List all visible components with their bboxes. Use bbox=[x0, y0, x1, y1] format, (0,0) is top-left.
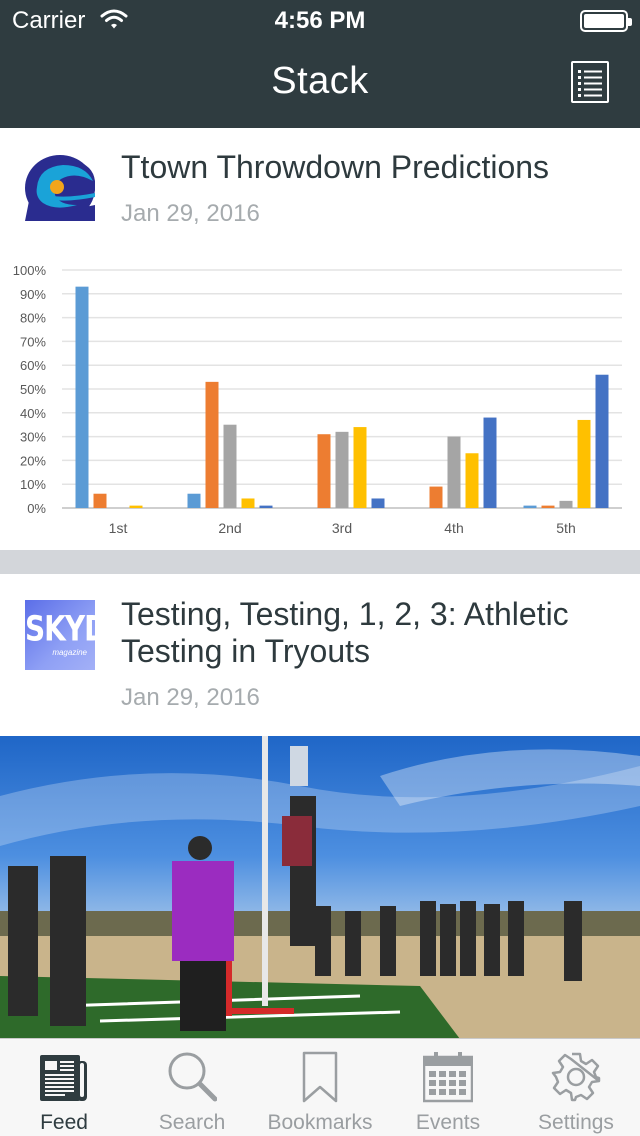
chart-bar bbox=[577, 419, 591, 508]
tab-events[interactable]: Events bbox=[384, 1039, 512, 1136]
chart-bar bbox=[541, 505, 555, 508]
chart-bar bbox=[353, 427, 367, 508]
y-tick-label: 80% bbox=[20, 311, 46, 326]
y-tick-label: 90% bbox=[20, 287, 46, 302]
chart-bar bbox=[129, 505, 143, 508]
list-icon bbox=[578, 70, 602, 97]
chart-bar bbox=[187, 493, 201, 508]
y-tick-label: 40% bbox=[20, 406, 46, 421]
chart-bar bbox=[429, 486, 443, 508]
ultimate-club-logo-icon bbox=[25, 151, 95, 221]
chart-bar bbox=[317, 434, 331, 508]
y-tick-label: 10% bbox=[20, 477, 46, 492]
x-tick-label: 2nd bbox=[218, 520, 241, 536]
feed-item-title: Ttown Throwdown Predictions bbox=[121, 149, 550, 185]
chart-bar bbox=[371, 498, 385, 508]
list-view-button[interactable] bbox=[571, 61, 609, 103]
chart-bar bbox=[483, 417, 497, 508]
tab-search[interactable]: Search bbox=[128, 1039, 256, 1136]
tab-feed[interactable]: Feed bbox=[0, 1039, 128, 1136]
y-tick-label: 100% bbox=[13, 263, 47, 278]
y-tick-label: 30% bbox=[20, 430, 46, 445]
navigation-bar: Carrier 4:56 PM Stack bbox=[0, 0, 640, 128]
feed-separator bbox=[0, 550, 640, 574]
x-tick-label: 4th bbox=[444, 520, 463, 536]
calendar-icon bbox=[423, 1052, 473, 1103]
chart-bar bbox=[595, 374, 609, 508]
tab-settings[interactable]: Settings bbox=[512, 1039, 640, 1136]
chart-bar bbox=[223, 424, 237, 508]
feed-item[interactable]: Ttown Throwdown Predictions Jan 29, 2016… bbox=[0, 128, 640, 550]
chart-bar bbox=[241, 498, 255, 508]
logo-wordmark: SKYD bbox=[25, 607, 107, 650]
tab-label: Settings bbox=[538, 1111, 614, 1134]
status-time: 4:56 PM bbox=[274, 7, 366, 34]
feed-item[interactable]: SKYD magazine Testing, Testing, 1, 2, 3:… bbox=[0, 574, 640, 1039]
chart-bar bbox=[465, 453, 479, 508]
search-icon bbox=[168, 1052, 217, 1102]
y-tick-label: 0% bbox=[27, 501, 46, 516]
feed-icon bbox=[40, 1055, 87, 1101]
chart-bar bbox=[335, 431, 349, 508]
tab-label: Feed bbox=[40, 1111, 88, 1134]
chart-bar bbox=[75, 286, 89, 508]
tab-bookmarks[interactable]: Bookmarks bbox=[256, 1039, 384, 1136]
predictions-bar-chart: 0% 10% 20% 30% 40% 50% 60% 70% 80% 90% 100% 1st 2nd 3… bbox=[13, 263, 622, 536]
chart-bar bbox=[559, 500, 573, 508]
x-tick-label: 1st bbox=[109, 520, 128, 536]
y-tick-label: 70% bbox=[20, 334, 46, 349]
feed-item-title: Testing, Testing, 1, 2, 3: Athletic Test… bbox=[121, 596, 569, 669]
y-tick-label: 60% bbox=[20, 358, 46, 373]
tab-label: Events bbox=[415, 1111, 481, 1134]
logo-subtext: magazine bbox=[52, 648, 87, 657]
bookmark-icon bbox=[302, 1051, 338, 1103]
tab-label: Search bbox=[158, 1111, 226, 1134]
tab-label: Bookmarks bbox=[267, 1111, 373, 1134]
x-tick-label: 3rd bbox=[332, 520, 352, 536]
chart-bar bbox=[205, 381, 219, 508]
y-tick-label: 50% bbox=[20, 382, 46, 397]
battery-icon bbox=[580, 10, 632, 32]
gear-icon bbox=[551, 1052, 601, 1102]
chart-bar bbox=[93, 493, 107, 508]
x-tick-label: 5th bbox=[556, 520, 575, 536]
app-screen: Carrier 4:56 PM Stack Ttown Throwdown Pr… bbox=[0, 0, 640, 1136]
feed-item-date: Jan 29, 2016 bbox=[121, 200, 260, 227]
chart-bar bbox=[447, 436, 461, 508]
skyd-magazine-logo-icon: SKYD magazine bbox=[25, 600, 107, 670]
status-bar: Carrier 4:56 PM bbox=[0, 0, 640, 40]
article-photo bbox=[0, 736, 640, 1039]
chart-bar bbox=[523, 505, 537, 508]
chart-bar bbox=[259, 505, 273, 508]
page-title: Stack bbox=[271, 60, 369, 102]
y-tick-label: 20% bbox=[20, 453, 46, 468]
tab-bar: Feed Search Bookmarks Events Settings bbox=[0, 1038, 640, 1136]
feed-item-date: Jan 29, 2016 bbox=[121, 684, 260, 711]
